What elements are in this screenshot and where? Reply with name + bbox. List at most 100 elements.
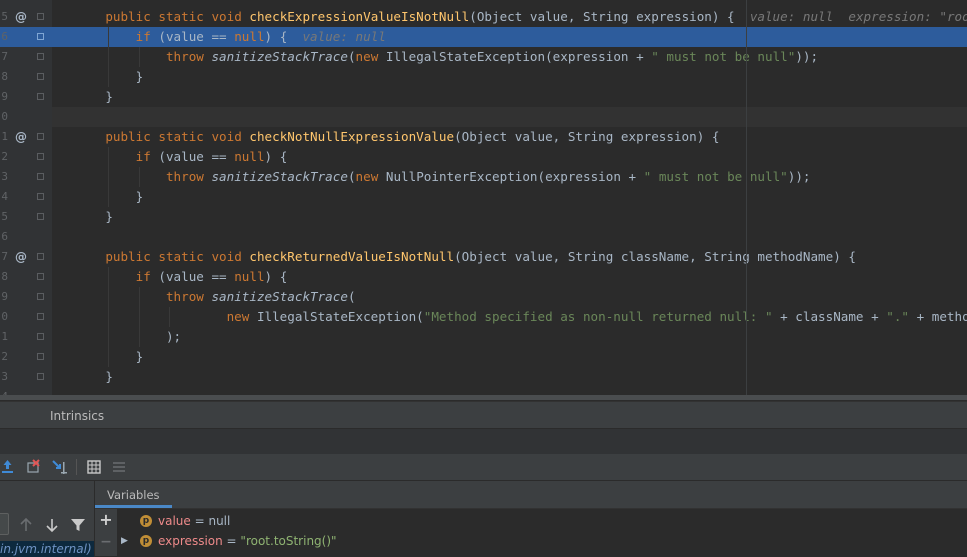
code-token: " must not be null" [651,49,796,64]
code-line[interactable]: } [52,347,967,367]
fold-icon[interactable] [37,353,44,360]
code-line[interactable]: new IllegalStateException("Method specif… [52,307,967,327]
code-area[interactable]: public static void checkExpressionValueI… [52,0,967,400]
code-line[interactable]: public static void checkNotNullExpressio… [52,127,967,147]
fold-icon[interactable] [37,253,44,260]
code-token: throw [165,49,212,64]
down-arrow-icon[interactable] [41,514,63,536]
variable-row[interactable]: ▶ p expression = "root.toString()" [117,531,967,551]
code-token: checkNotNullExpressionValue [249,129,455,144]
fold-icon[interactable] [37,213,44,220]
gutter-line[interactable]: 2 [0,147,52,167]
fold-icon[interactable] [37,293,44,300]
code-line[interactable]: throw sanitizeStackTrace( [52,287,967,307]
fold-icon[interactable] [37,73,44,80]
code-token: (value == [158,269,235,284]
execution-point-line[interactable]: if (value == null) { value: null [52,27,967,47]
code-line[interactable]: ); [52,327,967,347]
fold-icon[interactable] [37,333,44,340]
code-line[interactable]: if (value == null) { [52,267,967,287]
horizontal-scrollbar[interactable] [0,395,967,400]
fold-icon[interactable] [37,373,44,380]
code-token: new [226,309,257,324]
show-execution-point-icon[interactable] [0,456,22,478]
code-token: sanitizeStackTrace [211,49,348,64]
up-arrow-icon[interactable] [15,514,37,536]
code-line[interactable] [52,227,967,247]
gutter-line[interactable]: 0 [0,107,52,127]
fold-icon[interactable] [37,153,44,160]
step-out-icon[interactable] [50,456,72,478]
gutter-line[interactable]: 1 [0,327,52,347]
override-marker-icon[interactable]: @ [14,247,28,267]
code-line[interactable]: throw sanitizeStackTrace(new NullPointer… [52,167,967,187]
gutter-line[interactable]: 9 [0,87,52,107]
code-line[interactable]: } [52,207,967,227]
fold-icon[interactable] [37,193,44,200]
gutter-line[interactable]: 5 [0,207,52,227]
fold-icon[interactable] [37,33,44,40]
code-token: ) { [264,269,288,284]
fold-icon[interactable] [37,53,44,60]
code-line[interactable]: } [52,87,967,107]
fold-icon[interactable] [37,13,44,20]
settings-icon[interactable] [108,456,130,478]
drop-frame-icon[interactable] [24,456,46,478]
breadcrumb: Intrinsics [0,401,967,429]
fold-icon[interactable] [37,133,44,140]
line-number: 2 [1,350,8,363]
gutter-line[interactable]: 5 @ [0,7,52,27]
tab-variables[interactable]: Variables [95,481,172,508]
code-token: (value == [158,149,235,164]
code-token: "Method specified as non-null returned n… [423,309,773,324]
gutter-line[interactable]: 3 [0,167,52,187]
selected-frame-row[interactable]: in.jvm.internal) [0,541,94,557]
gutter-line[interactable]: 7 @ [0,247,52,267]
gutter-line[interactable]: 7 [0,47,52,67]
code-line[interactable]: if (value == null) { [52,147,967,167]
code-line[interactable]: public static void checkExpressionValueI… [52,7,967,27]
variable-name: value [158,514,191,528]
code-line[interactable] [52,107,967,127]
gutter-line[interactable]: 9 [0,287,52,307]
thread-selector[interactable] [0,513,9,535]
expand-arrow-icon[interactable]: ▶ [121,531,131,551]
gutter-line[interactable]: 4 [0,187,52,207]
gutter-line[interactable]: 3 [0,367,52,387]
gutter-line[interactable]: 6 [0,27,52,47]
code-line[interactable]: } [52,367,967,387]
fold-icon[interactable] [37,273,44,280]
breadcrumb-class-label[interactable]: Intrinsics [50,402,104,430]
fold-icon[interactable] [37,93,44,100]
line-number: 5 [1,10,8,23]
remove-watch-button[interactable]: − [95,533,117,551]
line-number: 6 [1,30,8,43]
evaluate-expression-icon[interactable] [83,456,105,478]
filter-icon[interactable] [67,514,89,536]
gutter-line[interactable]: 1 @ [0,127,52,147]
code-line[interactable]: } [52,67,967,87]
override-marker-icon[interactable]: @ [14,7,28,27]
code-token: ( [347,169,356,184]
add-watch-button[interactable]: + [95,511,117,529]
code-line[interactable]: throw sanitizeStackTrace(new IllegalStat… [52,47,967,67]
override-marker-icon[interactable]: @ [14,127,28,147]
fold-icon[interactable] [37,173,44,180]
variable-row[interactable]: p value = null [117,511,967,531]
fold-icon[interactable] [37,313,44,320]
gutter-line[interactable]: 2 [0,347,52,367]
code-line[interactable]: public static void checkReturnedValueIsN… [52,247,967,267]
code-editor[interactable]: 5@678901@234567@8901234 public static vo… [0,0,967,400]
gutter-line[interactable]: 6 [0,227,52,247]
line-number: 5 [1,210,8,223]
variable-text: expression = "root.toString()" [158,531,337,551]
code-line[interactable]: } [52,187,967,207]
line-number: 4 [1,190,8,203]
gutter-line[interactable]: 0 [0,307,52,327]
right-margin-guide [746,0,747,400]
line-number: 9 [1,90,8,103]
gutter-line[interactable]: 8 [0,267,52,287]
debugger-toolbar [0,454,967,481]
gutter-line[interactable]: 8 [0,67,52,87]
variable-value: "root.toString()" [240,534,337,548]
